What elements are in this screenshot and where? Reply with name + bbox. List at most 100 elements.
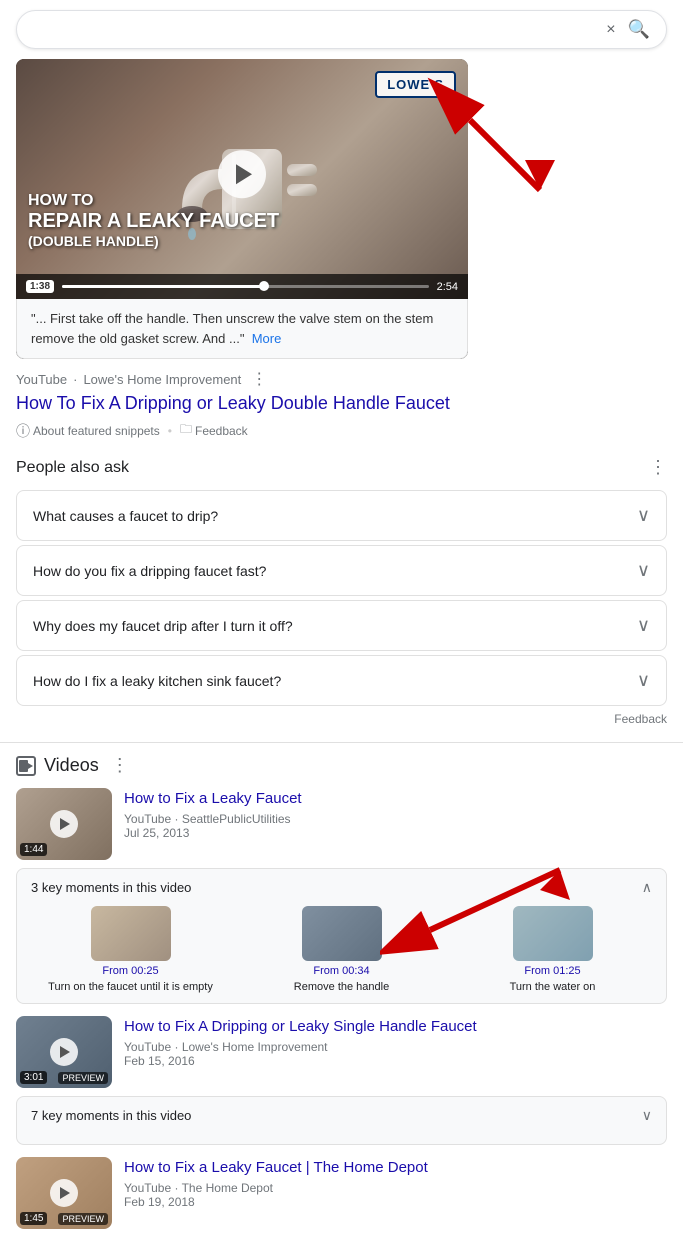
video-progress-bar: 1:38 2:54 (16, 274, 468, 299)
paa-question-1: How do you fix a dripping faucet fast? (33, 563, 266, 579)
paa-section: People also ask ⋮ What causes a faucet t… (16, 457, 667, 726)
about-icon: ⓘ (16, 421, 30, 441)
progress-track[interactable] (62, 285, 429, 288)
moment-item-0-0[interactable]: From 00:25 Turn on the faucet until it i… (31, 906, 230, 993)
play-button[interactable] (218, 150, 266, 198)
video-preview-badge-2: PREVIEW (58, 1213, 108, 1225)
source-menu-icon[interactable]: ⋮ (251, 369, 267, 389)
video-duration-1: 3:01 (20, 1071, 47, 1084)
progress-current: 1:38 (26, 280, 54, 293)
section-divider (0, 742, 683, 743)
key-moments-items-0: From 00:25 Turn on the faucet until it i… (31, 906, 652, 993)
progress-duration: 2:54 (437, 281, 458, 293)
paa-chevron-1: ∨ (637, 560, 650, 581)
video-play-btn-2[interactable] (50, 1179, 78, 1207)
progress-fill (62, 285, 264, 288)
video-source-0: YouTube · SeattlePublicUtilities (124, 812, 667, 826)
video-source-2: YouTube · The Home Depot (124, 1181, 667, 1195)
transcript-more-link[interactable]: More (252, 331, 282, 346)
paa-question-0: What causes a faucet to drip? (33, 508, 218, 524)
video-thumbnail: HOW TO REPAIR A LEAKY FAUCET (DOUBLE HAN… (16, 59, 468, 299)
paa-chevron-0: ∨ (637, 505, 650, 526)
video-duration-0: 1:44 (20, 843, 47, 856)
moment-desc-0-0: Turn on the faucet until it is empty (48, 981, 213, 993)
featured-video[interactable]: HOW TO REPAIR A LEAKY FAUCET (DOUBLE HAN… (16, 59, 468, 359)
search-bar-icons: × 🔍 (606, 19, 650, 40)
key-moments-label-1: 7 key moments in this video (31, 1108, 191, 1123)
overlay-line2: REPAIR A LEAKY FAUCET (28, 210, 279, 233)
paa-item-2[interactable]: Why does my faucet drip after I turn it … (16, 600, 667, 651)
video-overlay-text: HOW TO REPAIR A LEAKY FAUCET (DOUBLE HAN… (28, 192, 279, 249)
moment-item-0-1[interactable]: From 00:34 Remove the handle (242, 906, 441, 993)
paa-chevron-2: ∨ (637, 615, 650, 636)
key-moments-header-0[interactable]: 3 key moments in this video ∧ (31, 879, 652, 896)
paa-question-2: Why does my faucet drip after I turn it … (33, 618, 293, 634)
source-platform: YouTube (16, 372, 67, 387)
feedback-icon: 🗀 (180, 420, 192, 441)
about-featured-snippets-link[interactable]: ⓘ About featured snippets (16, 421, 160, 441)
overlay-line3: (DOUBLE HANDLE) (28, 233, 279, 249)
transcript-text: "... First take off the handle. Then uns… (31, 311, 433, 346)
feedback-link[interactable]: 🗀 Feedback (180, 420, 248, 441)
key-moments-label-0: 3 key moments in this video (31, 880, 191, 895)
video-thumb-0[interactable]: 1:44 (16, 788, 112, 860)
source-channel: Lowe's Home Improvement (83, 372, 241, 387)
video-card-title-0[interactable]: How to Fix a Leaky Faucet (124, 788, 667, 809)
video-play-btn-1[interactable] (50, 1038, 78, 1066)
videos-menu-icon[interactable]: ⋮ (111, 755, 129, 776)
moment-desc-0-1: Remove the handle (294, 981, 389, 993)
key-moments-chevron-1: ∨ (642, 1107, 652, 1124)
progress-thumb (259, 281, 269, 291)
videos-section: Videos ⋮ 1:44 How to Fix a Leaky Faucet … (16, 755, 667, 1229)
paa-item-0[interactable]: What causes a faucet to drip? ∨ (16, 490, 667, 541)
key-moments-bar-1: 7 key moments in this video ∨ (16, 1096, 667, 1145)
video-thumb-2[interactable]: 1:45 PREVIEW (16, 1157, 112, 1229)
clear-button[interactable]: × (606, 21, 615, 39)
video-card-2: 1:45 PREVIEW How to Fix a Leaky Faucet |… (16, 1157, 667, 1229)
video-date-2: Feb 19, 2018 (124, 1195, 667, 1209)
video-date-0: Jul 25, 2013 (124, 826, 667, 840)
video-thumb-1[interactable]: 3:01 PREVIEW (16, 1016, 112, 1088)
source-dot: · (73, 372, 77, 387)
search-bar[interactable]: how to fix a leaky faucet × 🔍 (16, 10, 667, 49)
moment-item-0-2[interactable]: From 01:25 Turn the water on (453, 906, 652, 993)
search-input[interactable]: how to fix a leaky faucet (33, 21, 606, 38)
source-line: YouTube · Lowe's Home Improvement ⋮ (16, 369, 667, 389)
video-card-1: 3:01 PREVIEW How to Fix A Dripping or Le… (16, 1016, 667, 1088)
paa-title: People also ask (16, 459, 129, 477)
video-info-2: How to Fix a Leaky Faucet | The Home Dep… (124, 1157, 667, 1209)
paa-item-3[interactable]: How do I fix a leaky kitchen sink faucet… (16, 655, 667, 706)
result-title[interactable]: How To Fix A Dripping or Leaky Double Ha… (16, 393, 667, 414)
snippet-meta: ⓘ About featured snippets • 🗀 Feedback (16, 420, 667, 441)
moment-desc-0-2: Turn the water on (510, 981, 596, 993)
video-duration-2: 1:45 (20, 1212, 47, 1225)
featured-video-container: HOW TO REPAIR A LEAKY FAUCET (DOUBLE HAN… (16, 59, 667, 359)
moment-time-0-0: From 00:25 (102, 965, 158, 977)
search-button[interactable]: 🔍 (628, 19, 650, 40)
page-wrapper: how to fix a leaky faucet × 🔍 (0, 10, 683, 1229)
moment-thumb-0-0 (91, 906, 171, 961)
paa-question-3: How do I fix a leaky kitchen sink faucet… (33, 673, 281, 689)
video-preview-badge-1: PREVIEW (58, 1072, 108, 1084)
dot-separator: • (168, 424, 172, 438)
paa-feedback-link[interactable]: Feedback (16, 712, 667, 726)
key-moments-header-1[interactable]: 7 key moments in this video ∨ (31, 1107, 652, 1124)
paa-item-1[interactable]: How do you fix a dripping faucet fast? ∨ (16, 545, 667, 596)
key-moments-chevron-0: ∧ (642, 879, 652, 896)
moment-thumb-0-1 (302, 906, 382, 961)
key-moments-bar-0: 3 key moments in this video ∧ From 00:25… (16, 868, 667, 1004)
moment-thumb-0-2 (513, 906, 593, 961)
videos-icon (16, 756, 36, 776)
moment-time-0-2: From 01:25 (524, 965, 580, 977)
video-info-0: How to Fix a Leaky Faucet YouTube · Seat… (124, 788, 667, 840)
paa-header: People also ask ⋮ (16, 457, 667, 478)
video-card-title-1[interactable]: How to Fix A Dripping or Leaky Single Ha… (124, 1016, 667, 1037)
video-card-title-2[interactable]: How to Fix a Leaky Faucet | The Home Dep… (124, 1157, 667, 1178)
feedback-label: Feedback (195, 424, 248, 438)
lowes-badge: LOWE'S (375, 71, 456, 98)
paa-chevron-3: ∨ (637, 670, 650, 691)
video-date-1: Feb 15, 2016 (124, 1054, 667, 1068)
paa-menu-icon[interactable]: ⋮ (649, 457, 667, 478)
transcript-box: "... First take off the handle. Then uns… (16, 299, 468, 359)
video-play-btn-0[interactable] (50, 810, 78, 838)
